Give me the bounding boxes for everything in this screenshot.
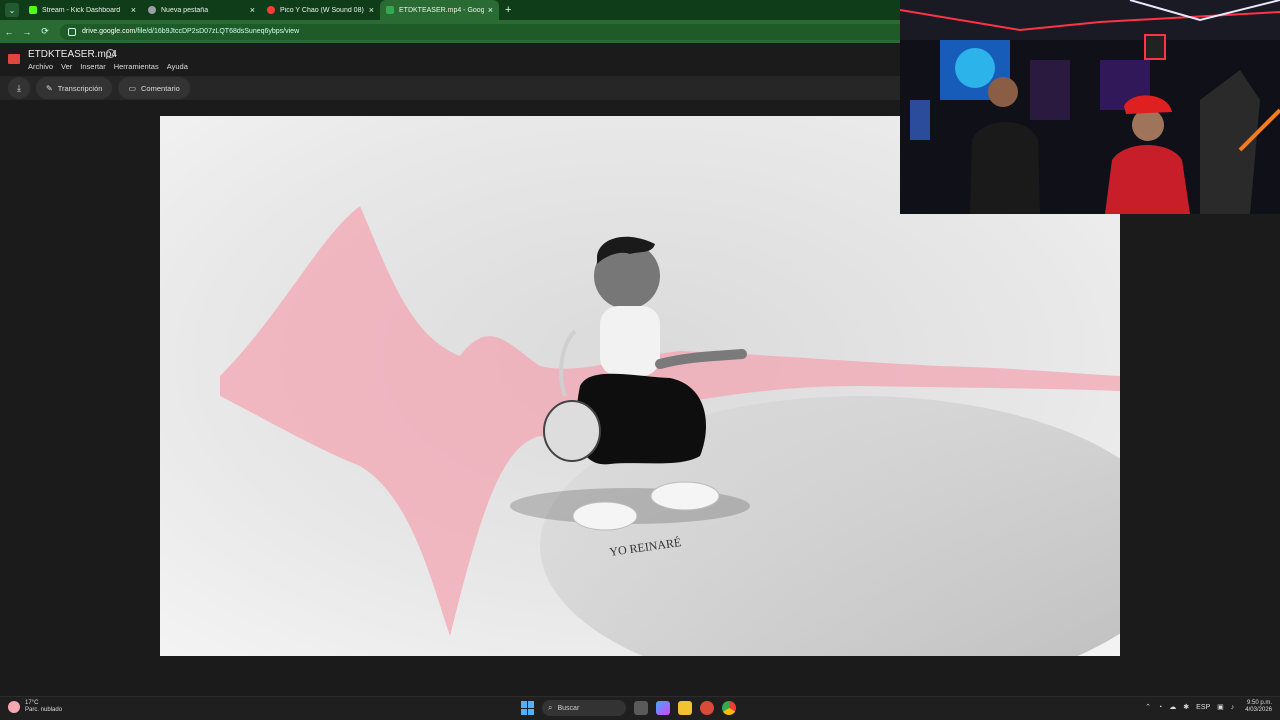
- tab-title: Stream - Kick Dashboard: [42, 6, 121, 14]
- drive-favicon-icon: [386, 6, 394, 14]
- clock[interactable]: 9:50 p.m. 4/03/2026: [1245, 700, 1272, 714]
- download-button[interactable]: ⤓: [8, 77, 30, 99]
- forward-arrow-icon[interactable]: →: [18, 27, 36, 37]
- comment-button[interactable]: ▭ Comentario: [118, 77, 190, 99]
- back-arrow-icon[interactable]: ←: [0, 27, 18, 37]
- menu-archivo[interactable]: Archivo: [28, 62, 53, 71]
- menu-insertar[interactable]: Insertar: [80, 62, 105, 71]
- tab-pico-y-chao[interactable]: Pico Y Chao (W Sound 08) - W ×: [261, 0, 380, 20]
- weather-desc: Parc. nublado: [25, 707, 63, 713]
- onedrive-icon[interactable]: ☁: [1169, 703, 1176, 711]
- address-bar[interactable]: drive.google.com /file/d/16b9JtccDP2sD07…: [60, 23, 940, 40]
- task-view-icon[interactable]: [634, 701, 648, 715]
- close-icon[interactable]: ×: [131, 5, 136, 15]
- url-host: drive.google.com: [82, 28, 136, 35]
- site-info-icon[interactable]: [68, 27, 76, 36]
- globe-favicon-icon: [148, 6, 156, 14]
- bluetooth-icon[interactable]: ✱: [1183, 703, 1189, 711]
- app-icon[interactable]: [700, 701, 714, 715]
- screen: ⌄ Stream - Kick Dashboard × Nueva pestañ…: [0, 0, 1280, 720]
- taskbar-center: ⌕ Buscar: [521, 700, 736, 716]
- tab-title: ETDKTEASER.mp4 - Google Dr: [399, 6, 484, 14]
- chrome-icon[interactable]: [722, 701, 736, 715]
- security-icon[interactable]: ◔: [1158, 704, 1162, 711]
- music-favicon-icon: [267, 6, 275, 14]
- tab-kick-dashboard[interactable]: Stream - Kick Dashboard ×: [23, 0, 142, 20]
- weather-widget[interactable]: 17°C Parc. nublado: [8, 700, 62, 714]
- menu-ver[interactable]: Ver: [61, 62, 72, 71]
- close-icon[interactable]: ×: [250, 5, 255, 15]
- reload-icon[interactable]: ⟳: [36, 26, 54, 37]
- language-indicator[interactable]: ESP: [1196, 704, 1210, 711]
- windows-taskbar: 17°C Parc. nublado ⌕ Buscar ⌃ ◔ ☁ ✱ ESP …: [0, 696, 1280, 720]
- transcript-button[interactable]: ✎ Transcripción: [36, 77, 113, 99]
- taskbar-search[interactable]: ⌕ Buscar: [542, 700, 626, 716]
- webcam-feed: [900, 0, 1280, 214]
- comment-icon: ▭: [128, 83, 137, 93]
- chevron-up-icon[interactable]: ⌃: [1145, 703, 1151, 711]
- shared-drive-icon[interactable]: [106, 49, 115, 58]
- webcam-overlay: [900, 0, 1280, 214]
- copilot-icon[interactable]: [656, 701, 670, 715]
- video-file-icon: [8, 54, 20, 64]
- menu-ayuda[interactable]: Ayuda: [167, 62, 188, 71]
- start-windows-icon[interactable]: [521, 701, 535, 715]
- transcript-icon: ✎: [46, 83, 53, 93]
- file-explorer-icon[interactable]: [678, 701, 692, 715]
- kick-favicon-icon: [29, 6, 37, 14]
- tab-title: Nueva pestaña: [161, 6, 209, 14]
- download-icon: ⤓: [17, 82, 21, 93]
- url-path: /file/d/16b9JtccDP2sD07zLQT68dsSuneq6ybp…: [135, 28, 300, 35]
- search-placeholder: Buscar: [557, 704, 580, 712]
- close-icon[interactable]: ×: [369, 5, 374, 15]
- volume-icon[interactable]: ♪: [1231, 704, 1235, 711]
- tab-etdkteaser[interactable]: ETDKTEASER.mp4 - Google Dr ×: [380, 0, 499, 20]
- tab-new-tab[interactable]: Nueva pestaña ×: [142, 0, 261, 20]
- close-icon[interactable]: ×: [488, 5, 493, 15]
- drive-menubar: Archivo Ver Insertar Herramientas Ayuda: [28, 62, 196, 71]
- tab-title: Pico Y Chao (W Sound 08) - W: [280, 6, 365, 14]
- weather-temp: 17°C: [25, 700, 39, 706]
- menu-herramientas[interactable]: Herramientas: [114, 62, 159, 71]
- clock-time: 9:50 p.m.: [1246, 700, 1272, 706]
- clock-date: 4/03/2026: [1245, 707, 1272, 713]
- system-tray: ⌃ ◔ ☁ ✱ ESP ▣ ♪ 9:50 p.m. 4/03/2026: [1145, 700, 1272, 714]
- transcript-label: Transcripción: [57, 83, 103, 93]
- new-tab-plus-icon[interactable]: +: [505, 4, 511, 16]
- comment-label: Comentario: [141, 83, 180, 93]
- file-name: ETDKTEASER.mp4: [28, 49, 117, 60]
- tab-search-icon[interactable]: ⌄: [5, 3, 19, 17]
- network-icon[interactable]: ▣: [1217, 703, 1224, 711]
- search-icon: ⌕: [548, 703, 553, 712]
- weather-icon: [8, 701, 20, 713]
